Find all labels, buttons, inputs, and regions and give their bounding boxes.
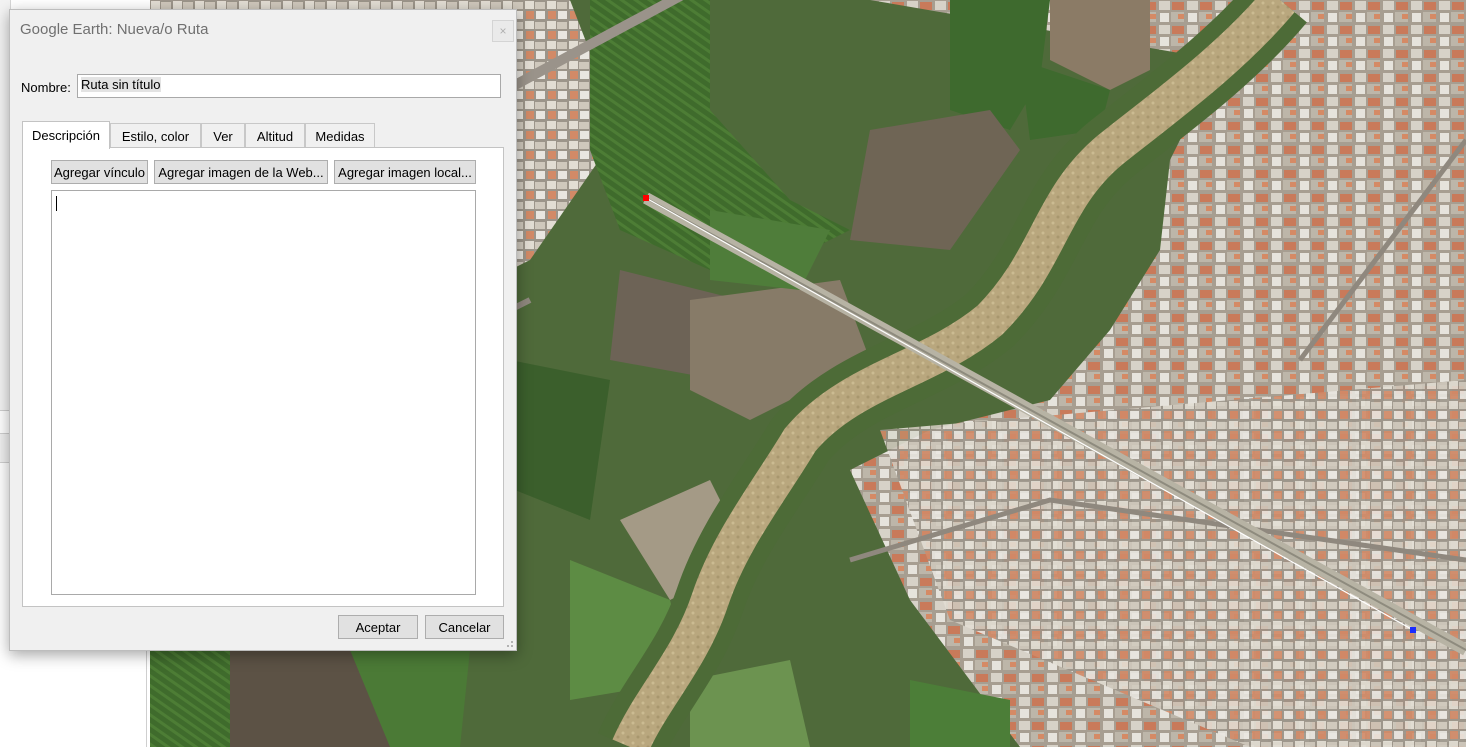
tab-label: Ver xyxy=(213,128,233,144)
new-path-dialog: Google Earth: Nueva/o Ruta × Nombre: Rut… xyxy=(9,9,517,651)
close-icon: × xyxy=(499,24,507,38)
resize-grip-icon[interactable] xyxy=(504,638,514,648)
name-field[interactable]: Ruta sin título xyxy=(77,74,501,98)
dialog-titlebar[interactable]: Google Earth: Nueva/o Ruta × xyxy=(10,10,516,50)
add-local-image-button[interactable]: Agregar imagen local... xyxy=(334,160,476,184)
ok-label: Aceptar xyxy=(355,619,401,635)
add-link-label: Agregar vínculo xyxy=(53,164,146,180)
tab-label: Estilo, color xyxy=(121,128,190,144)
route-end-marker[interactable] xyxy=(1410,627,1416,633)
close-button[interactable]: × xyxy=(492,20,514,42)
add-link-button[interactable]: Agregar vínculo xyxy=(51,160,148,184)
dialog-title: Google Earth: Nueva/o Ruta xyxy=(20,21,209,38)
name-label: Nombre: xyxy=(21,80,71,95)
tab-estilo-color[interactable]: Estilo, color xyxy=(110,123,201,148)
add-web-image-label: Agregar imagen de la Web... xyxy=(158,164,324,180)
tab-ver[interactable]: Ver xyxy=(201,123,245,148)
tab-label: Medidas xyxy=(315,128,365,144)
cancel-button[interactable]: Cancelar xyxy=(425,615,504,639)
description-textarea[interactable] xyxy=(51,190,476,595)
sidebar-divider xyxy=(146,650,147,747)
route-start-marker[interactable] xyxy=(643,195,649,201)
tab-altitud[interactable]: Altitud xyxy=(245,123,305,148)
name-field-value: Ruta sin título xyxy=(81,77,161,92)
tab-label: Altitud xyxy=(256,128,294,144)
add-local-image-label: Agregar imagen local... xyxy=(338,164,472,180)
tab-descripcion[interactable]: Descripción xyxy=(22,121,110,149)
ok-button[interactable]: Aceptar xyxy=(338,615,418,639)
tab-medidas[interactable]: Medidas xyxy=(305,123,375,148)
text-cursor xyxy=(56,196,57,211)
tab-label: Descripción xyxy=(32,128,100,143)
cancel-label: Cancelar xyxy=(438,619,491,635)
description-tab-pane: Agregar vínculo Agregar imagen de la Web… xyxy=(22,147,504,607)
add-web-image-button[interactable]: Agregar imagen de la Web... xyxy=(154,160,328,184)
